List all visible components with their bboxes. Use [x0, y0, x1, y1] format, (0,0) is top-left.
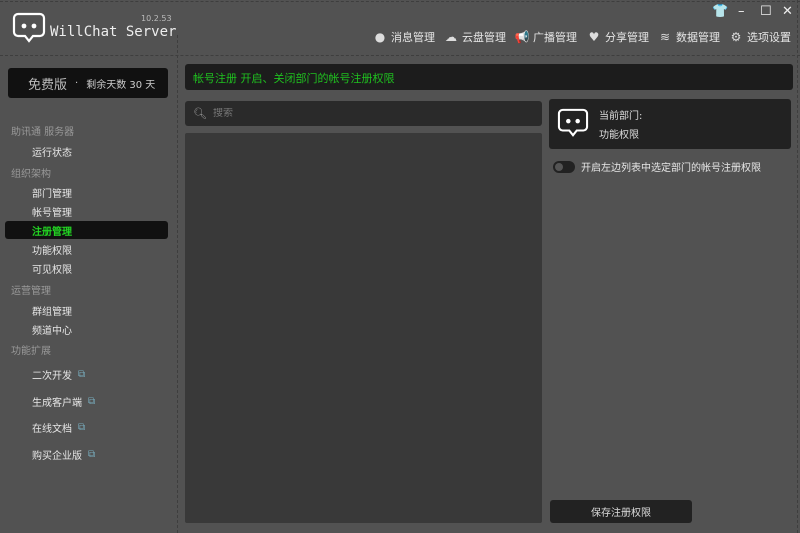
- external-link-icon: ⧉: [78, 369, 86, 380]
- cloud-icon: ☁: [445, 30, 457, 44]
- sidebar-section: 组织架构: [11, 169, 51, 180]
- sidebar-item-permissions[interactable]: 功能权限: [32, 242, 72, 257]
- nav-share[interactable]: ♥ 分享管理: [587, 29, 649, 45]
- gear-icon: ⚙: [730, 30, 742, 44]
- current-department-card: 当前部门: 功能权限: [549, 99, 791, 149]
- app-logo-icon: [12, 12, 46, 43]
- external-link-icon: ⧉: [88, 449, 96, 460]
- item-label: 生成客户端: [32, 398, 82, 409]
- sidebar-item-registration[interactable]: 注册管理: [5, 221, 168, 239]
- sidebar-item-dev[interactable]: 二次开发 ⧉: [32, 367, 85, 382]
- license-badge: 免费版 · 剩余天数 30 天: [8, 68, 168, 98]
- nav-label: 数据管理: [676, 31, 720, 44]
- edition: 免费版: [28, 77, 68, 93]
- nav-label: 云盘管理: [462, 31, 506, 44]
- card-title: 当前部门:: [599, 111, 643, 122]
- item-label: 在线文档: [32, 424, 72, 435]
- department-list[interactable]: [185, 133, 542, 523]
- app-title: WillChat Server: [50, 24, 177, 40]
- minimize-button[interactable]: –: [738, 4, 745, 19]
- nav-messages[interactable]: ● 消息管理: [373, 29, 435, 45]
- external-link-icon: ⧉: [88, 396, 96, 407]
- sidebar-section: 功能扩展: [11, 346, 51, 357]
- app-version: 10.2.53: [141, 14, 172, 23]
- skin-icon[interactable]: 👕: [712, 4, 728, 19]
- maximize-button[interactable]: ☐: [760, 4, 772, 19]
- sidebar-section: 运营管理: [11, 286, 51, 297]
- nav-label: 消息管理: [391, 31, 435, 44]
- search-box[interactable]: 🔍︎: [185, 101, 542, 126]
- heart-icon: ♥: [588, 30, 600, 44]
- item-label: 二次开发: [32, 371, 72, 382]
- remaining-days: 剩余天数 30 天: [86, 79, 156, 91]
- sidebar-item-visibility[interactable]: 可见权限: [32, 261, 72, 276]
- item-label: 购买企业版: [32, 451, 82, 462]
- department-icon: [557, 108, 589, 137]
- registration-toggle[interactable]: [553, 160, 575, 173]
- sidebar-item-groups[interactable]: 群组管理: [32, 303, 72, 318]
- external-link-icon: ⧉: [78, 422, 86, 433]
- sidebar-item-channels[interactable]: 频道中心: [32, 322, 72, 337]
- sidebar-item-client[interactable]: 生成客户端 ⧉: [32, 394, 95, 409]
- sidebar-item-status[interactable]: 运行状态: [32, 144, 72, 159]
- database-icon: ≋: [659, 30, 671, 44]
- sidebar-item-docs[interactable]: 在线文档 ⧉: [32, 420, 85, 435]
- sidebar-item-departments[interactable]: 部门管理: [32, 185, 72, 200]
- toggle-label: 开启左边列表中选定部门的帐号注册权限: [581, 163, 761, 174]
- chat-bubble-icon: ●: [374, 30, 386, 44]
- search-icon: 🔍︎: [193, 107, 207, 120]
- save-button[interactable]: 保存注册权限: [550, 500, 692, 523]
- registration-toggle-row: 开启左边列表中选定部门的帐号注册权限: [553, 159, 761, 174]
- megaphone-icon: 📢: [514, 30, 530, 44]
- nav-label: 广播管理: [533, 31, 577, 44]
- nav-settings[interactable]: ⚙ 选项设置: [729, 29, 791, 45]
- close-button[interactable]: ✕: [782, 4, 793, 19]
- nav-label: 选项设置: [747, 31, 791, 44]
- nav-data[interactable]: ≋ 数据管理: [658, 29, 720, 45]
- nav-cloud[interactable]: ☁ 云盘管理: [444, 29, 506, 45]
- nav-label: 分享管理: [605, 31, 649, 44]
- current-department: 功能权限: [599, 130, 639, 141]
- sidebar-section: 助讯通 服务器: [11, 127, 75, 138]
- search-input[interactable]: [212, 108, 533, 119]
- sidebar-item-accounts[interactable]: 帐号管理: [32, 204, 72, 219]
- sidebar-item-buy[interactable]: 购买企业版 ⧉: [32, 447, 95, 462]
- nav-broadcast[interactable]: 📢 广播管理: [515, 29, 577, 45]
- page-banner: 帐号注册 开启、关闭部门的帐号注册权限: [185, 64, 793, 90]
